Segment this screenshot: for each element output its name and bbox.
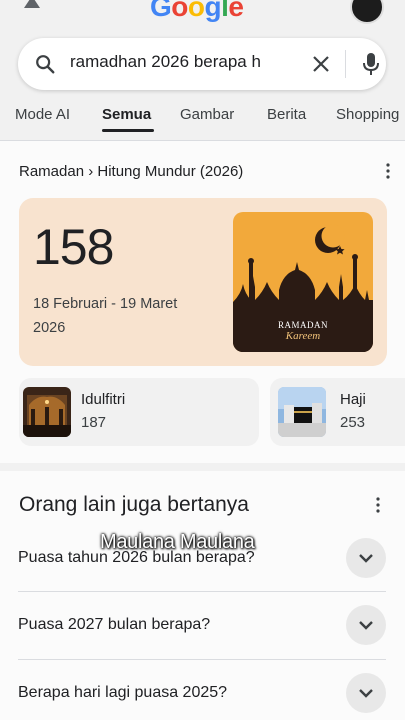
related-title: Haji: [340, 391, 366, 408]
breadcrumb[interactable]: Ramadan › Hitung Mundur (2026): [19, 163, 243, 180]
related-card-idulfitri[interactable]: Idulfitri 187: [19, 378, 259, 446]
microphone-icon[interactable]: [363, 52, 379, 76]
chevron-down-icon: [359, 554, 373, 563]
paa-question[interactable]: Berapa hari lagi puasa 2025?: [18, 660, 386, 720]
top-bar: Google: [0, 0, 405, 28]
days-remaining: 158: [33, 219, 114, 275]
related-days: 253: [340, 414, 366, 431]
idulfitri-thumbnail: [23, 387, 71, 437]
close-icon[interactable]: [310, 53, 332, 75]
chevron-down-icon: [359, 621, 373, 630]
people-also-ask: Orang lain juga bertanya Puasa tahun 202…: [0, 471, 405, 720]
paa-question-text: Berapa hari lagi puasa 2025?: [18, 684, 228, 701]
active-tab-indicator: [102, 129, 154, 132]
related-title: Idulfitri: [81, 391, 126, 408]
related-card-haji[interactable]: Haji 253: [270, 378, 405, 446]
google-logo[interactable]: Google: [150, 0, 244, 23]
paa-heading: Orang lain juga bertanya: [19, 493, 249, 516]
video-watermark: Maulana Maulana: [100, 531, 255, 553]
search-input[interactable]: ramadhan 2026 berapa h: [70, 52, 296, 76]
ramadan-result-card: Ramadan › Hitung Mundur (2026) 158 18 Fe…: [0, 141, 405, 463]
expand-button[interactable]: [346, 673, 386, 713]
date-range: 18 Februari - 19 Maret 2026: [33, 296, 178, 336]
search-divider: [345, 50, 346, 78]
image-caption-line2: Kareem: [285, 330, 321, 342]
tab-berita[interactable]: Berita: [267, 106, 306, 123]
expand-button[interactable]: [346, 538, 386, 578]
image-caption-line1: RAMADAN: [277, 320, 328, 330]
search-icon[interactable]: [34, 53, 56, 75]
tab-gambar[interactable]: Gambar: [180, 106, 234, 123]
more-options-icon[interactable]: [386, 163, 390, 179]
chevron-down-icon: [359, 689, 373, 698]
menu-icon[interactable]: [22, 0, 42, 10]
paa-question-text: Puasa 2027 bulan berapa?: [18, 616, 211, 633]
ramadan-kareem-image: RAMADAN Kareem: [233, 212, 373, 352]
avatar[interactable]: [350, 0, 384, 24]
countdown-panel[interactable]: 158 18 Februari - 19 Maret 2026 RAMADAN …: [19, 198, 387, 366]
haji-thumbnail: [278, 387, 326, 437]
expand-button[interactable]: [346, 605, 386, 645]
related-days: 187: [81, 414, 107, 431]
tab-shopping[interactable]: Shopping: [336, 106, 399, 123]
paa-question[interactable]: Puasa 2027 bulan berapa?: [18, 592, 386, 658]
search-tabs: Mode AI Semua Gambar Berita Shopping: [0, 100, 405, 140]
paa-more-options-icon[interactable]: [376, 497, 380, 513]
tab-mode-ai[interactable]: Mode AI: [15, 106, 70, 123]
search-bar: ramadhan 2026 berapa h: [18, 38, 386, 90]
tab-semua[interactable]: Semua: [102, 106, 151, 123]
